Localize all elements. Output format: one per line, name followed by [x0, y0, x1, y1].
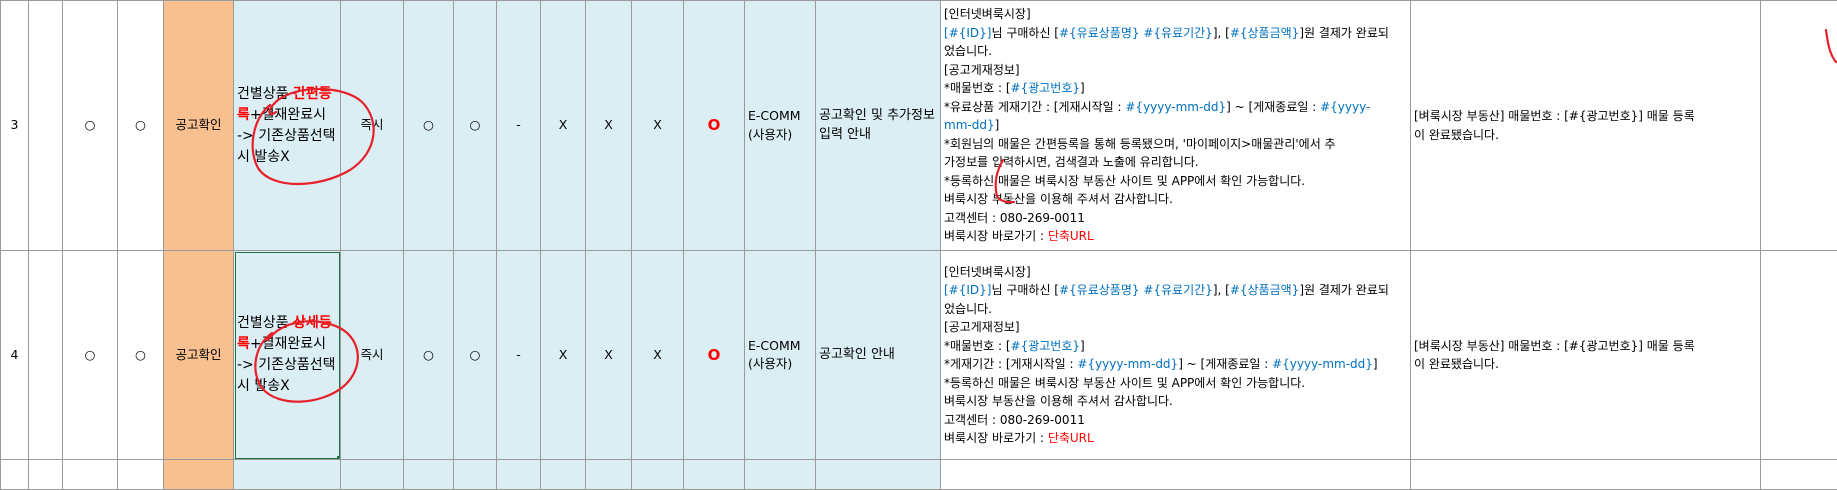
cell-flag[interactable]: ○	[63, 1, 118, 251]
cell-row-number[interactable]: 4	[1, 251, 29, 460]
cell-flag[interactable]: ○	[454, 1, 497, 251]
cell-message-body[interactable]: [인터넷벼룩시장] [#{ID}]님 구매하신 [#{유료상품명} #{유료기간…	[941, 1, 1411, 251]
message-line: 고객센터 : 080-269-0011	[944, 209, 1407, 228]
cell-empty[interactable]	[1761, 1, 1837, 251]
spreadsheet-grid: 3 ○ ○ 공고확인 건별상품 간편등록+결재완료시 -> 기존상품선택 시 발…	[0, 0, 1837, 490]
message-line: 벼룩시장 부동산을 이용해 주셔서 감사합니다.	[944, 392, 1407, 411]
target-text: E-COMM	[748, 337, 812, 356]
cell-timing[interactable]: 즉시	[341, 251, 404, 460]
cell-flag[interactable]: X	[632, 1, 684, 251]
cell-flag[interactable]: ○	[454, 251, 497, 460]
sms-text: 이 완료됐습니다.	[1414, 126, 1757, 145]
title-text: 입력 안내	[819, 126, 937, 145]
cell-flag[interactable]: ○	[118, 1, 164, 251]
message-line: [#{ID}]님 구매하신 [#{유료상품명} #{유료기간}], [#{상품금…	[944, 24, 1407, 43]
cell-target[interactable]: E-COMM(사용자)	[745, 251, 816, 460]
cell-template-title[interactable]: 공고확인 및 추가정보입력 안내	[816, 1, 941, 251]
table-row-partial	[1, 460, 1837, 490]
message-line: 었습니다.	[944, 42, 1407, 61]
message-line: *회원님의 매물은 간편등록을 통해 등록됐으며, '마이페이지>매물관리'에서…	[944, 135, 1407, 154]
cell-template-title[interactable]: 공고확인 안내	[816, 251, 941, 460]
cell-flag[interactable]: ○	[118, 251, 164, 460]
condition-text: 건별상품	[237, 315, 293, 331]
cell-flag[interactable]: -	[497, 251, 541, 460]
target-text: E-COMM	[748, 107, 812, 126]
cell-sms-body[interactable]: [벼룩시장 부동산] 매물번호 : [#{광고번호}] 매물 등록이 완료됐습니…	[1411, 1, 1761, 251]
cell-flag[interactable]: X	[541, 251, 586, 460]
condition-text: -> 기존상품선택 시 발송X	[237, 355, 337, 397]
cell-flag[interactable]: O	[684, 1, 745, 251]
message-line: [#{ID}]님 구매하신 [#{유료상품명} #{유료기간}], [#{상품금…	[944, 281, 1407, 300]
message-line: mm-dd}]	[944, 116, 1407, 135]
cell-empty[interactable]	[29, 251, 63, 460]
message-line: *유료상품 게재기간 : [게재시작일 : #{yyyy-mm-dd}] ~ […	[944, 98, 1407, 117]
cell-timing[interactable]: 즉시	[341, 1, 404, 251]
table-row: 3 ○ ○ 공고확인 건별상품 간편등록+결재완료시 -> 기존상품선택 시 발…	[1, 1, 1837, 251]
cell-category[interactable]: 공고확인	[164, 1, 234, 251]
message-line: *게재기간 : [게재시작일 : #{yyyy-mm-dd}] ~ [게재종료일…	[944, 355, 1407, 374]
table-row: 4 ○ ○ 공고확인 건별상품 상세등록+결재완료시 -> 기존상품선택 시 발…	[1, 251, 1837, 460]
cell-category[interactable]: 공고확인	[164, 251, 234, 460]
message-line: 가정보를 입력하시면, 검색결과 노출에 유리합니다.	[944, 153, 1407, 172]
message-line: [인터넷벼룩시장]	[944, 263, 1407, 282]
message-line: *등록하신 매물은 벼룩시장 부동산 사이트 및 APP에서 확인 가능합니다.	[944, 172, 1407, 191]
target-text: (사용자)	[748, 355, 812, 374]
sms-text: [벼룩시장 부동산] 매물번호 : [#{광고번호}] 매물 등록	[1414, 107, 1757, 126]
message-line: [공고게재정보]	[944, 318, 1407, 337]
condition-text: -> 기존상품선택 시 발송X	[237, 126, 337, 168]
target-text: (사용자)	[748, 126, 812, 145]
cell-target[interactable]: E-COMM(사용자)	[745, 1, 816, 251]
cell-flag[interactable]: ○	[404, 251, 454, 460]
message-line: 벼룩시장 바로가기 : 단축URL	[944, 227, 1407, 246]
cell-flag[interactable]: X	[586, 251, 632, 460]
sms-text: 이 완료됐습니다.	[1414, 355, 1757, 374]
message-line: *매물번호 : [#{광고번호}]	[944, 79, 1407, 98]
cell-flag[interactable]: ○	[63, 251, 118, 460]
cell-flag[interactable]: ○	[404, 1, 454, 251]
cell-empty[interactable]	[1761, 251, 1837, 460]
cell-flag[interactable]: -	[497, 1, 541, 251]
message-line: 고객센터 : 080-269-0011	[944, 411, 1407, 430]
message-line: 벼룩시장 부동산을 이용해 주셔서 감사합니다.	[944, 190, 1407, 209]
message-line: [인터넷벼룩시장]	[944, 5, 1407, 24]
message-line: [공고게재정보]	[944, 61, 1407, 80]
cell-send-condition[interactable]: 건별상품 간편등록+결재완료시 -> 기존상품선택 시 발송X	[234, 1, 341, 251]
condition-text: 건별상품	[237, 86, 293, 102]
cell-flag[interactable]: X	[586, 1, 632, 251]
cell-empty[interactable]	[29, 1, 63, 251]
message-line: *매물번호 : [#{광고번호}]	[944, 337, 1407, 356]
cell-row-number[interactable]: 3	[1, 1, 29, 251]
condition-text: +결재완료시	[250, 336, 326, 352]
message-line: 벼룩시장 바로가기 : 단축URL	[944, 429, 1407, 448]
title-text: 공고확인 및 추가정보	[819, 107, 937, 126]
sms-text: [벼룩시장 부동산] 매물번호 : [#{광고번호}] 매물 등록	[1414, 337, 1757, 356]
condition-text: +결재완료시	[250, 107, 326, 123]
cell-flag[interactable]: O	[684, 251, 745, 460]
cell-flag[interactable]: X	[541, 1, 586, 251]
message-line: 었습니다.	[944, 300, 1407, 319]
cell-flag[interactable]: X	[632, 251, 684, 460]
message-line: *등록하신 매물은 벼룩시장 부동산 사이트 및 APP에서 확인 가능합니다.	[944, 374, 1407, 393]
cell-send-condition-selected[interactable]: 건별상품 상세등록+결재완료시 -> 기존상품선택 시 발송X	[234, 251, 341, 460]
cell-sms-body[interactable]: [벼룩시장 부동산] 매물번호 : [#{광고번호}] 매물 등록이 완료됐습니…	[1411, 251, 1761, 460]
cell-message-body[interactable]: [인터넷벼룩시장] [#{ID}]님 구매하신 [#{유료상품명} #{유료기간…	[941, 251, 1411, 460]
fill-handle[interactable]	[337, 456, 341, 460]
